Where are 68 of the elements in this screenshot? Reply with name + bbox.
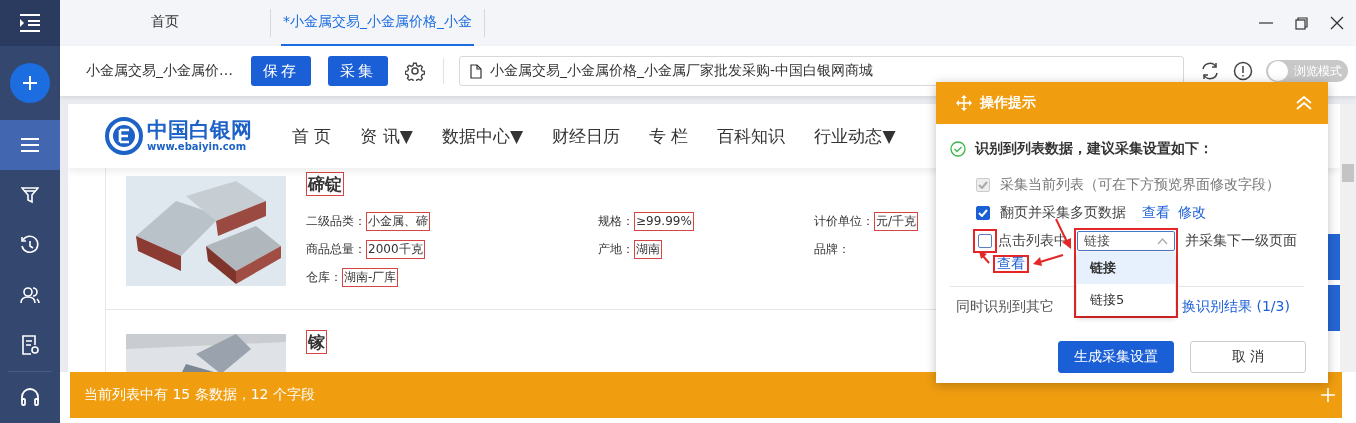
scrollbar[interactable] bbox=[1340, 104, 1356, 372]
product-title[interactable]: 镓 bbox=[306, 330, 327, 354]
menu-icon[interactable] bbox=[19, 14, 41, 32]
nav-link[interactable]: 资 讯▼ bbox=[360, 124, 413, 148]
site-logo-text: 中国白银网 bbox=[147, 120, 252, 141]
field-label: 规格： bbox=[598, 213, 634, 230]
dropdown-option[interactable]: 链接 bbox=[1077, 252, 1175, 284]
list-icon[interactable] bbox=[20, 137, 40, 153]
field-value: 湖南-厂库 bbox=[342, 268, 399, 287]
link[interactable]: 查看 bbox=[997, 255, 1025, 273]
field-value: ≥99.99% bbox=[634, 212, 694, 231]
annotation-arrow bbox=[1033, 254, 1064, 266]
nav-link[interactable]: 首 页 bbox=[292, 124, 332, 148]
tab[interactable]: 首页 bbox=[60, 0, 270, 46]
product-title[interactable]: 碲锭 bbox=[306, 172, 344, 196]
checkbox[interactable] bbox=[976, 206, 990, 220]
field-label: 仓库： bbox=[306, 269, 342, 286]
option-label: 采集当前列表（可在下方预览界面修改字段） bbox=[1000, 176, 1280, 194]
field-label: 产地： bbox=[598, 241, 634, 258]
info-icon[interactable] bbox=[1233, 61, 1253, 81]
option-label: 翻页并采集多页数据 bbox=[1000, 204, 1126, 222]
page-icon bbox=[470, 63, 482, 79]
other-results-text: 同时识别到其它 bbox=[956, 298, 1054, 316]
field-label: 计价单位： bbox=[814, 213, 874, 230]
caret-icon bbox=[1157, 237, 1168, 245]
sidebar-item[interactable] bbox=[0, 0, 60, 46]
field-value: 元/千克 bbox=[874, 212, 919, 231]
nav-link[interactable]: 专 栏 bbox=[648, 124, 689, 148]
success-icon bbox=[950, 141, 966, 157]
restore-icon[interactable] bbox=[1295, 16, 1308, 30]
link[interactable]: 查看 bbox=[1142, 204, 1170, 222]
settings-icon[interactable] bbox=[405, 61, 425, 81]
field-label: 商品总量： bbox=[306, 241, 366, 258]
close-icon[interactable] bbox=[1330, 16, 1344, 30]
logo-icon bbox=[105, 117, 143, 155]
users-icon[interactable] bbox=[20, 286, 40, 304]
add-button[interactable] bbox=[10, 63, 50, 103]
link[interactable]: 修改 bbox=[1178, 204, 1206, 222]
field-label: 二级品类： bbox=[306, 213, 366, 230]
headset-icon[interactable] bbox=[20, 386, 40, 407]
site-domain: www.ebaiyin.com bbox=[147, 141, 248, 152]
refresh-icon[interactable] bbox=[1200, 61, 1220, 81]
checkbox[interactable] bbox=[978, 234, 992, 248]
dialog-title: 操作提示 bbox=[980, 94, 1036, 112]
plus-icon bbox=[21, 74, 39, 92]
clock-icon[interactable] bbox=[20, 235, 40, 255]
filter-icon[interactable] bbox=[21, 186, 39, 204]
toolbar-button[interactable]: 采集 bbox=[328, 56, 388, 86]
nav-link[interactable]: 财经日历 bbox=[551, 124, 620, 148]
toolbar-button[interactable]: 保存 bbox=[251, 56, 311, 86]
dialog-button[interactable]: 生成采集设置 bbox=[1058, 341, 1174, 373]
switch-result-link[interactable]: 换识别结果 (1/3) bbox=[1182, 298, 1290, 316]
status-text: 当前列表中有 15 条数据，12 个字段 bbox=[84, 386, 315, 404]
dialog-button[interactable]: 取 消 bbox=[1190, 341, 1306, 373]
option-label: 并采集下一级页面 bbox=[1185, 232, 1297, 250]
task-name: 小金属交易_小金属价… bbox=[86, 62, 234, 80]
field-value: 2000千克 bbox=[366, 240, 425, 259]
nav-link[interactable]: 行业动态▼ bbox=[814, 124, 896, 148]
field-value: 湖南 bbox=[634, 240, 662, 259]
select-field[interactable]: 链接 bbox=[1077, 231, 1175, 251]
field-label: 品牌： bbox=[814, 241, 850, 258]
nav-link[interactable]: 数据中心▼ bbox=[441, 124, 523, 148]
dropdown-option[interactable]: 链接5 bbox=[1077, 284, 1175, 316]
nav-link[interactable]: 百科知识 bbox=[717, 124, 786, 148]
field-value: 小金属、碲 bbox=[366, 212, 430, 231]
sidebar-item[interactable] bbox=[0, 120, 60, 170]
document-icon[interactable] bbox=[21, 335, 39, 355]
dialog-message: 识别到列表数据，建议采集设置如下： bbox=[975, 140, 1213, 158]
